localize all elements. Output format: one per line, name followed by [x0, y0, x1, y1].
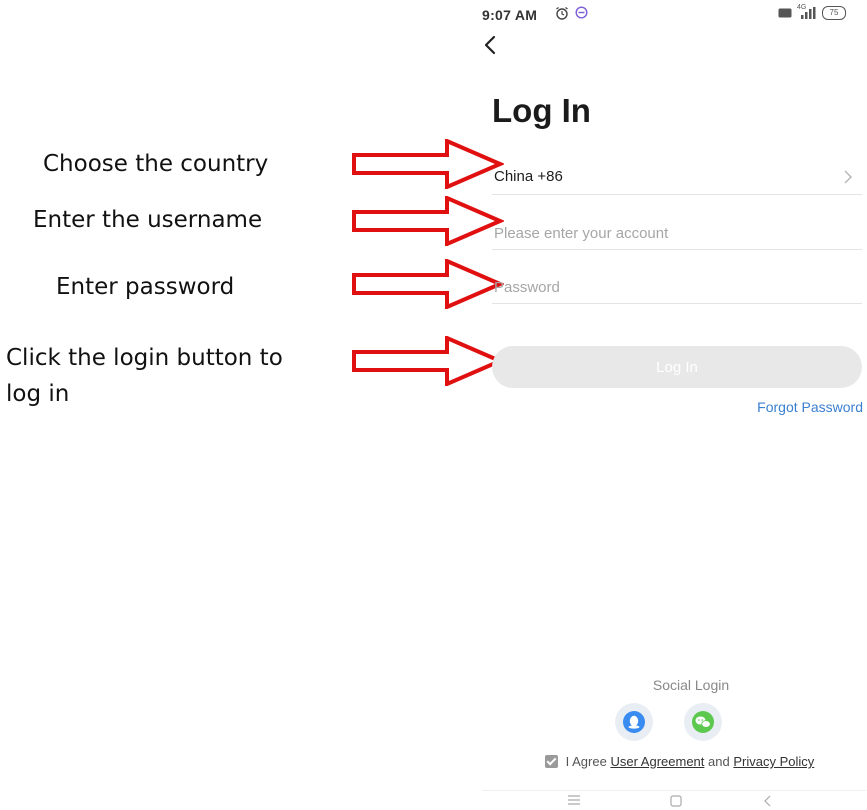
qq-icon	[623, 711, 645, 733]
page-title: Log In	[492, 92, 591, 129]
arrow-username	[352, 196, 504, 246]
agree-checkbox[interactable]	[545, 755, 558, 768]
password-field	[492, 271, 866, 304]
battery-level: 75	[829, 8, 839, 17]
wechat-icon	[692, 711, 714, 733]
social-login-label: Social Login	[652, 677, 730, 693]
user-agreement-link[interactable]: User Agreement	[610, 754, 704, 769]
annotation-click-login-line1: Click the login button to	[6, 345, 283, 371]
country-value: China +86	[494, 168, 563, 185]
chevron-right-icon	[844, 170, 852, 184]
agreement-row: I Agree User Agreement and Privacy Polic…	[545, 754, 814, 769]
privacy-policy-link[interactable]: Privacy Policy	[733, 754, 814, 769]
status-bar: 9:07 AM 4G 75	[482, 4, 866, 28]
agree-prefix: I Agree	[565, 754, 607, 769]
agree-and: and	[708, 754, 730, 769]
home-icon[interactable]	[670, 795, 682, 807]
login-button[interactable]: Log In	[492, 346, 862, 388]
annotation-enter-password: Enter password	[56, 274, 235, 300]
back-arrow-icon[interactable]	[481, 34, 501, 56]
status-time: 9:07 AM	[482, 7, 538, 23]
system-nav-bar	[482, 790, 866, 810]
country-selector[interactable]: China +86	[492, 162, 862, 195]
signal-icon	[801, 7, 816, 19]
arrow-password	[352, 259, 504, 309]
annotation-click-login: Click the login button to log in	[6, 340, 283, 412]
forgot-password-link[interactable]: Forgot Password	[757, 399, 863, 415]
wechat-login-button[interactable]	[684, 703, 722, 741]
arrow-login	[352, 336, 504, 386]
app-notification-icon	[575, 6, 588, 19]
qq-login-button[interactable]	[615, 703, 653, 741]
alarm-icon	[556, 6, 568, 20]
hd-icon	[778, 8, 792, 18]
account-input[interactable]	[492, 217, 866, 249]
annotation-choose-country: Choose the country	[43, 151, 269, 177]
menu-icon[interactable]	[568, 795, 580, 805]
password-input[interactable]	[492, 271, 866, 303]
annotation-click-login-line2: log in	[6, 381, 70, 407]
annotation-enter-username: Enter the username	[33, 207, 263, 233]
account-field	[492, 217, 866, 250]
back-nav-icon[interactable]	[764, 795, 772, 807]
battery-icon: 75	[822, 6, 846, 20]
arrow-country	[352, 139, 504, 189]
